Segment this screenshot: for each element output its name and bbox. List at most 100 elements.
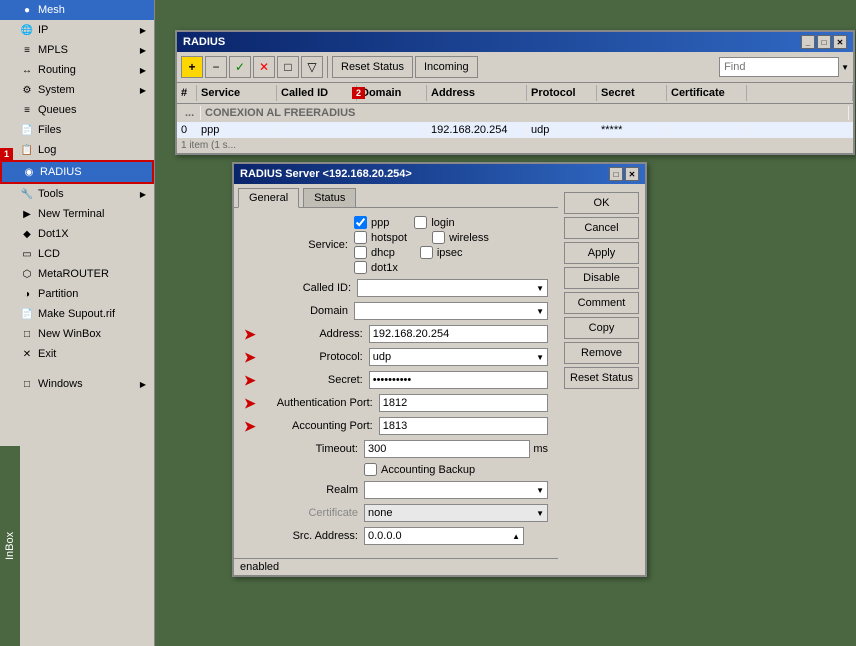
accounting-backup-label: Accounting Backup [381, 464, 475, 476]
timeout-row: Timeout: ms [244, 440, 548, 458]
accounting-port-input[interactable] [379, 417, 548, 435]
status-bar: enabled [234, 558, 558, 575]
sidebar-item-partition[interactable]: ◑ Partition [0, 284, 154, 304]
ppp-checkbox[interactable] [354, 216, 367, 229]
auth-port-input[interactable] [379, 394, 548, 412]
find-input[interactable] [719, 57, 839, 77]
form-content: Service: ppp login [234, 208, 558, 558]
sidebar-item-dot1x[interactable]: ◆ Dot1X [0, 224, 154, 244]
row-domain [357, 123, 427, 137]
reset-status-button[interactable]: Reset Status [332, 56, 413, 78]
x-button[interactable]: ✕ [253, 56, 275, 78]
login-checkbox[interactable] [414, 216, 427, 229]
mesh-icon: ● [20, 3, 34, 17]
tools-icon: 🔧 [20, 187, 34, 201]
timeout-input[interactable] [364, 440, 530, 458]
dialog-body: General Status Service: [234, 184, 645, 575]
service-row-3: dhcp ipsec [354, 246, 499, 259]
tab-general[interactable]: General [238, 188, 299, 208]
minimize-button[interactable]: _ [801, 35, 815, 49]
row-certificate [667, 123, 747, 137]
sidebar-item-label: New Terminal [38, 208, 104, 220]
sidebar-item-routing[interactable]: ↔ Routing ▶ [0, 60, 154, 80]
tab-status[interactable]: Status [303, 188, 356, 207]
remove-button[interactable]: Remove [564, 342, 639, 364]
sidebar-item-windows[interactable]: □ Windows ▶ [0, 374, 154, 394]
dhcp-checkbox[interactable] [354, 246, 367, 259]
sidebar-item-label: Dot1X [38, 228, 69, 240]
ppp-checkbox-row: ppp [354, 216, 389, 229]
sidebar-item-label: Routing [38, 64, 76, 76]
dot1x-icon: ◆ [20, 227, 34, 241]
sidebar-item-radius[interactable]: ◉ RADIUS [0, 160, 154, 184]
inner-maximize-button[interactable]: □ [609, 167, 623, 181]
sidebar-item-mpls[interactable]: ≡ MPLS ▶ [0, 40, 154, 60]
check-button[interactable]: ✓ [229, 56, 251, 78]
domain-dropdown-arrow: ▼ [536, 307, 544, 316]
remove-button[interactable]: − [205, 56, 227, 78]
accounting-backup-checkbox[interactable] [364, 463, 377, 476]
apply-button[interactable]: Apply [564, 242, 639, 264]
sidebar-item-new-winbox[interactable]: □ New WinBox [0, 324, 154, 344]
copy-button[interactable]: Copy [564, 317, 639, 339]
wireless-checkbox[interactable] [432, 231, 445, 244]
dialog-left: General Status Service: [234, 184, 558, 575]
sidebar-item-label: Tools [38, 188, 64, 200]
sidebar-item-system[interactable]: ⚙ System ▶ [0, 80, 154, 100]
close-button[interactable]: ✕ [833, 35, 847, 49]
sidebar-item-metarouter[interactable]: ⬡ MetaROUTER [0, 264, 154, 284]
sidebar-item-exit[interactable]: ✕ Exit [0, 344, 154, 364]
ok-button[interactable]: OK [564, 192, 639, 214]
ipsec-checkbox[interactable] [420, 246, 433, 259]
sidebar-item-lcd[interactable]: ▭ LCD [0, 244, 154, 264]
protocol-dropdown[interactable]: udp ▼ [369, 348, 548, 366]
add-button[interactable]: + [181, 56, 203, 78]
auth-port-row: ➤ Authentication Port: [244, 394, 548, 412]
secret-arrow: ➤ [244, 372, 256, 389]
called-id-input[interactable]: ▼ [357, 279, 548, 297]
domain-row: Domain ▼ [244, 302, 548, 320]
dot1x-checkbox[interactable] [354, 261, 367, 274]
sidebar-item-log[interactable]: 📋 Log [0, 140, 154, 160]
metarouter-icon: ⬡ [20, 267, 34, 281]
group-label: CONEXION AL FREERADIUS [201, 106, 849, 120]
secret-input[interactable] [369, 371, 548, 389]
sidebar-item-new-terminal[interactable]: ▶ New Terminal [0, 204, 154, 224]
row-called-id [277, 123, 357, 137]
inner-close-button[interactable]: ✕ [625, 167, 639, 181]
sidebar-item-queues[interactable]: ≡ Queues [0, 100, 154, 120]
filter-button[interactable]: ▽ [301, 56, 323, 78]
src-address-input-container[interactable]: 0.0.0.0 ▲ [364, 527, 524, 545]
disable-button[interactable]: Disable [564, 267, 639, 289]
comment-button[interactable]: Comment [564, 292, 639, 314]
src-address-row: Src. Address: 0.0.0.0 ▲ [244, 527, 548, 545]
domain-input[interactable]: ▼ [354, 302, 548, 320]
table-row[interactable]: 0 ppp 192.168.20.254 udp ***** [177, 122, 853, 138]
arrow-icon: ▶ [140, 190, 146, 199]
sidebar-item-mesh[interactable]: ● Mesh [0, 0, 154, 20]
realm-dropdown[interactable]: ▼ [364, 481, 548, 499]
row-secret: ***** [597, 123, 667, 137]
maximize-button[interactable]: □ [817, 35, 831, 49]
realm-label: Realm [244, 484, 364, 496]
secret-label: Secret: [259, 374, 369, 386]
sidebar-item-make-supout[interactable]: 📄 Make Supout.rif [0, 304, 154, 324]
copy-toolbar-button[interactable]: □ [277, 56, 299, 78]
group-dots: ... [181, 106, 201, 120]
sidebar-item-ip[interactable]: 🌐 IP ▶ [0, 20, 154, 40]
hotspot-checkbox[interactable] [354, 231, 367, 244]
address-input[interactable] [369, 325, 548, 343]
exit-icon: ✕ [20, 347, 34, 361]
certificate-dropdown[interactable]: none ▼ [364, 504, 548, 522]
login-label: login [431, 217, 454, 229]
cancel-button[interactable]: Cancel [564, 217, 639, 239]
protocol-row: ➤ Protocol: udp ▼ [244, 348, 548, 366]
windows-icon: □ [20, 377, 34, 391]
sidebar-item-label: Mesh [38, 4, 65, 16]
arrow-icon: ▶ [140, 380, 146, 389]
reset-status-side-button[interactable]: Reset Status [564, 367, 639, 389]
incoming-button[interactable]: Incoming [415, 56, 478, 78]
auth-port-label: Authentication Port: [259, 397, 379, 409]
sidebar-item-tools[interactable]: 🔧 Tools ▶ [0, 184, 154, 204]
sidebar-item-files[interactable]: 📄 Files [0, 120, 154, 140]
